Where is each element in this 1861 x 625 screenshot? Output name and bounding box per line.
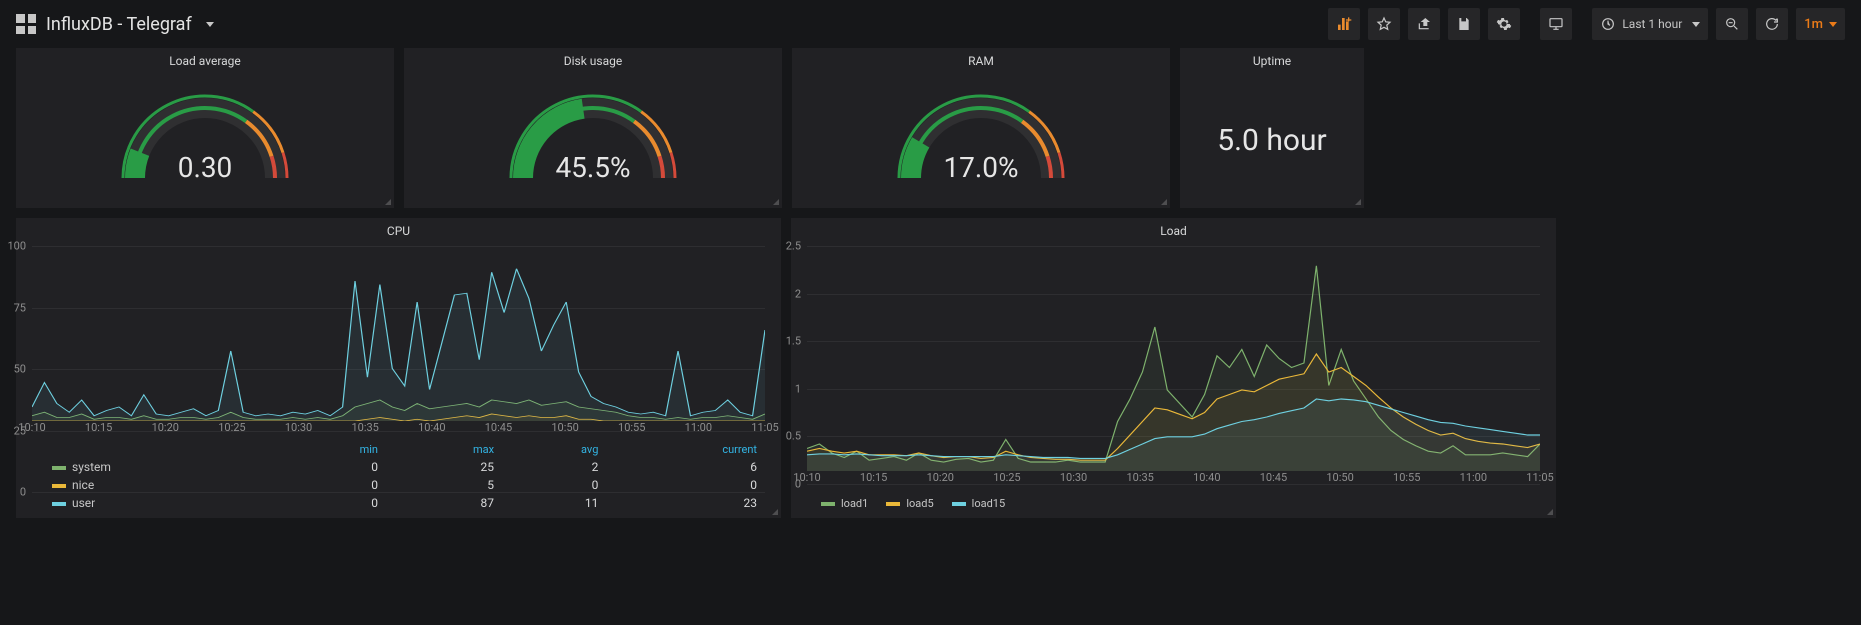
dashboard-title-dropdown[interactable]: InfluxDB - Telegraf: [16, 14, 214, 35]
panel-load-average[interactable]: Load average 0.30: [16, 48, 394, 208]
legend-row[interactable]: system02526: [44, 458, 765, 476]
panel-uptime[interactable]: Uptime 5.0 hour: [1180, 48, 1364, 208]
panel-title: CPU: [16, 218, 781, 242]
resize-handle[interactable]: [772, 509, 778, 515]
tv-mode-button[interactable]: [1540, 8, 1572, 40]
refresh-interval-label: 1m: [1804, 17, 1823, 32]
cpu-graph[interactable]: 0255075100: [32, 246, 765, 421]
panel-title: Disk usage: [404, 48, 782, 72]
gauge-value: 17.0%: [792, 151, 1170, 184]
dashboard-icon: [16, 14, 36, 34]
star-button[interactable]: [1368, 8, 1400, 40]
chevron-down-icon: [1829, 22, 1837, 27]
panel-title: Load: [791, 218, 1556, 242]
time-range-label: Last 1 hour: [1622, 17, 1682, 31]
legend-item[interactable]: load5: [886, 497, 933, 510]
load-xaxis: 10:1010:1510:2010:2510:3010:3510:4010:45…: [807, 471, 1540, 487]
panel-disk-usage[interactable]: Disk usage 45.5%: [404, 48, 782, 208]
legend-item[interactable]: load15: [952, 497, 1006, 510]
panel-title: Load average: [16, 48, 394, 72]
zoom-out-button[interactable]: [1716, 8, 1748, 40]
cpu-xaxis: 10:1010:1510:2010:2510:3010:3510:4010:45…: [32, 421, 765, 437]
time-range-picker[interactable]: Last 1 hour: [1592, 8, 1708, 40]
panel-title: Uptime: [1180, 48, 1364, 72]
cpu-legend: minmaxavgcurrentsystem02526nice0500user0…: [16, 441, 781, 518]
resize-handle[interactable]: [773, 199, 779, 205]
resize-handle[interactable]: [1547, 509, 1553, 515]
settings-button[interactable]: [1488, 8, 1520, 40]
dashboard-title: InfluxDB - Telegraf: [46, 14, 192, 35]
panel-cpu[interactable]: CPU 0255075100 10:1010:1510:2010:2510:30…: [16, 218, 781, 518]
resize-handle[interactable]: [385, 199, 391, 205]
panel-load[interactable]: Load 00.511.522.5 10:1010:1510:2010:2510…: [791, 218, 1556, 518]
load-legend: load1 load5 load15: [791, 491, 1556, 518]
resize-handle[interactable]: [1355, 199, 1361, 205]
gauge-value: 45.5%: [404, 151, 782, 184]
share-button[interactable]: [1408, 8, 1440, 40]
panel-ram[interactable]: RAM 17.0%: [792, 48, 1170, 208]
chevron-down-icon: [1692, 22, 1700, 27]
gauge-value: 0.30: [16, 151, 394, 184]
add-panel-button[interactable]: [1328, 8, 1360, 40]
panel-title: RAM: [792, 48, 1170, 72]
uptime-value: 5.0 hour: [1180, 72, 1364, 208]
resize-handle[interactable]: [1161, 199, 1167, 205]
refresh-interval-picker[interactable]: 1m: [1796, 8, 1845, 40]
refresh-button[interactable]: [1756, 8, 1788, 40]
legend-row[interactable]: user0871123: [44, 494, 765, 512]
legend-item[interactable]: load1: [821, 497, 868, 510]
load-graph[interactable]: 00.511.522.5: [807, 246, 1540, 471]
chevron-down-icon: [206, 22, 214, 27]
save-button[interactable]: [1448, 8, 1480, 40]
